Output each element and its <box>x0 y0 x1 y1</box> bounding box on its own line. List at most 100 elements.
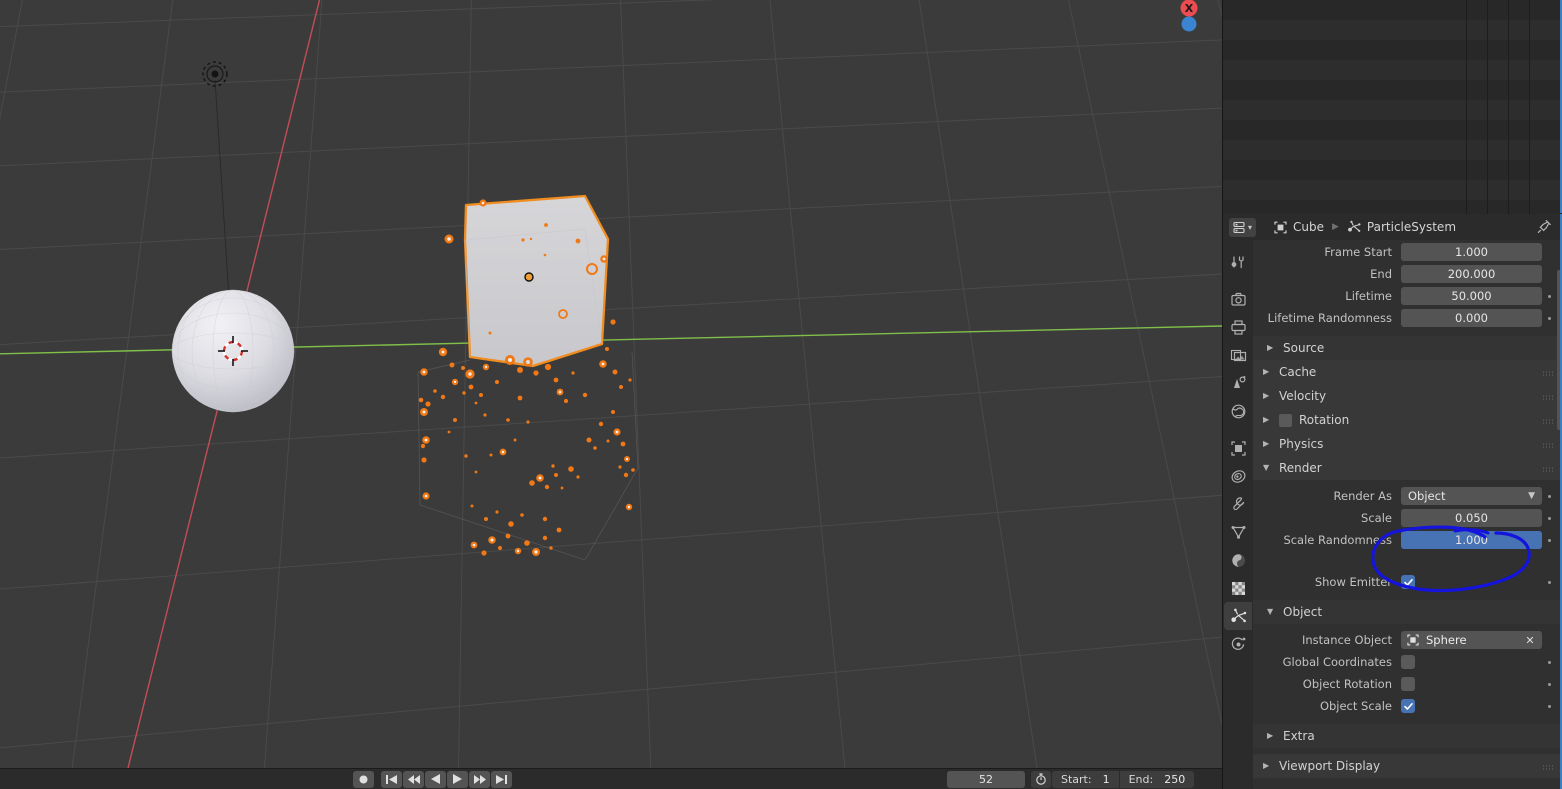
drag-grip-icon[interactable] <box>1543 443 1554 445</box>
section-source-label: Source <box>1283 341 1325 355</box>
particles-icon <box>1348 220 1361 232</box>
scale-field[interactable]: 0.050 <box>1401 509 1542 527</box>
tab-material[interactable] <box>1224 546 1252 574</box>
tab-modifiers[interactable] <box>1224 462 1252 490</box>
outliner-row[interactable] <box>1223 60 1562 80</box>
tab-object-data[interactable] <box>1224 518 1252 546</box>
outliner-row[interactable] <box>1223 80 1562 100</box>
render-as-dropdown[interactable]: Object ▼ <box>1401 487 1542 505</box>
clear-instance-object-button[interactable]: ✕ <box>1522 632 1538 648</box>
breadcrumb-separator: ▶ <box>1332 222 1339 232</box>
drag-grip-icon[interactable] <box>1543 419 1554 421</box>
scale-randomness-animate-dot[interactable] <box>1542 538 1556 542</box>
tab-render[interactable] <box>1224 285 1252 313</box>
frame-start-field[interactable]: 1.000 <box>1401 243 1542 261</box>
lifetime-field[interactable]: 50.000 <box>1401 287 1542 305</box>
section-rotation[interactable]: ▶ Rotation <box>1253 408 1562 432</box>
previous-keyframe-button[interactable] <box>403 770 424 788</box>
outliner-row[interactable] <box>1223 20 1562 40</box>
object-rotation-checkbox[interactable] <box>1401 677 1415 691</box>
show-emitter-animate-dot[interactable] <box>1542 580 1556 584</box>
object-scale-animate-dot[interactable] <box>1542 704 1556 708</box>
tab-texture[interactable] <box>1224 574 1252 602</box>
outliner-row[interactable] <box>1223 40 1562 60</box>
physics-icon <box>1231 637 1245 650</box>
chevron-right-icon: ▶ <box>1263 439 1270 448</box>
rotation-enable-checkbox[interactable] <box>1279 413 1292 427</box>
record-button[interactable] <box>353 770 374 788</box>
particles-icon <box>1230 608 1246 622</box>
scale-randomness-row: Scale Randomness 1.000 <box>1253 530 1562 550</box>
show-emitter-checkbox[interactable] <box>1401 575 1415 589</box>
frame-end-animate-dot[interactable] <box>1542 273 1556 276</box>
scale-randomness-field[interactable]: 1.000 <box>1401 531 1542 549</box>
outliner-column-divider <box>1466 0 1467 214</box>
end-label: End: <box>1128 772 1154 786</box>
chevron-right-icon: ▶ <box>1263 367 1270 376</box>
global-coordinates-checkbox[interactable] <box>1401 655 1415 669</box>
outliner-editor[interactable] <box>1222 0 1562 214</box>
drag-grip-icon[interactable] <box>1543 765 1554 767</box>
outliner-row[interactable] <box>1223 0 1562 20</box>
section-viewport-display[interactable]: ▶ Viewport Display <box>1253 754 1562 778</box>
world-icon <box>1231 404 1245 418</box>
tab-object[interactable] <box>1224 434 1252 462</box>
breadcrumb-item-particlesystem[interactable]: ParticleSystem <box>1347 220 1456 234</box>
drag-grip-icon[interactable] <box>1543 395 1554 397</box>
section-source[interactable]: ▶ Source <box>1253 336 1562 360</box>
global-coordinates-animate-dot[interactable] <box>1542 660 1556 664</box>
lifetime-randomness-animate-dot[interactable] <box>1542 316 1556 320</box>
current-frame-field[interactable]: 52 <box>947 770 1025 788</box>
section-object[interactable]: ▼ Object <box>1253 600 1562 624</box>
lifetime-row: Lifetime 50.000 <box>1253 286 1562 306</box>
render-as-animate-dot[interactable] <box>1542 494 1556 498</box>
breadcrumb-item-cube[interactable]: Cube <box>1274 220 1324 234</box>
section-physics[interactable]: ▶ Physics <box>1253 432 1562 456</box>
frame-end-field[interactable]: 200.000 <box>1401 265 1542 283</box>
next-keyframe-button[interactable] <box>469 770 490 788</box>
outliner-row[interactable] <box>1223 200 1562 214</box>
editor-type-selector[interactable]: ▾ <box>1229 217 1257 237</box>
tab-physics[interactable] <box>1224 630 1252 658</box>
object-rotation-animate-dot[interactable] <box>1542 682 1556 686</box>
frame-start-animate-dot[interactable] <box>1542 251 1556 254</box>
drag-grip-icon[interactable] <box>1543 467 1554 469</box>
outliner-row[interactable] <box>1223 160 1562 180</box>
section-velocity[interactable]: ▶ Velocity <box>1253 384 1562 408</box>
section-cache-label: Cache <box>1279 365 1317 379</box>
instance-object-field[interactable]: Sphere ✕ <box>1401 631 1542 649</box>
tab-particles[interactable] <box>1224 602 1252 630</box>
use-preview-range-button[interactable] <box>1031 770 1051 788</box>
properties-header: ▾ Cube ▶ ParticleSystem <box>1223 214 1562 240</box>
start-frame-field[interactable]: Start: 1 <box>1052 771 1119 788</box>
lifetime-animate-dot[interactable] <box>1542 294 1556 298</box>
tab-particles-wrench[interactable] <box>1224 490 1252 518</box>
object-scale-checkbox[interactable] <box>1401 699 1415 713</box>
jump-to-end-button[interactable] <box>491 770 512 788</box>
pin-button[interactable] <box>1537 219 1552 238</box>
lifetime-randomness-field[interactable]: 0.000 <box>1401 309 1542 327</box>
drag-grip-icon[interactable] <box>1543 371 1554 373</box>
outliner-row[interactable] <box>1223 120 1562 140</box>
play-button[interactable] <box>447 770 468 788</box>
scale-animate-dot[interactable] <box>1542 516 1556 520</box>
outliner-row[interactable] <box>1223 100 1562 120</box>
chevron-down-icon: ▼ <box>1263 463 1270 472</box>
tab-tool[interactable] <box>1224 248 1252 276</box>
outliner-row[interactable] <box>1223 140 1562 160</box>
jump-to-start-button[interactable] <box>381 770 402 788</box>
play-reverse-button[interactable] <box>425 770 446 788</box>
section-render[interactable]: ▼ Render <box>1253 456 1562 480</box>
section-extra[interactable]: ▶ Extra <box>1253 724 1562 748</box>
instance-object-animate-dot[interactable] <box>1542 639 1556 642</box>
tab-output[interactable] <box>1224 313 1252 341</box>
tab-scene[interactable] <box>1224 369 1252 397</box>
3d-viewport[interactable]: X <box>0 0 1222 768</box>
viewport-navigation-gizmo[interactable]: X <box>1159 0 1219 38</box>
end-frame-field[interactable]: End: 250 <box>1118 770 1195 788</box>
properties-editor[interactable]: ▾ Cube ▶ ParticleSystem Frame Start 1.00… <box>1222 214 1562 789</box>
tab-world[interactable] <box>1224 397 1252 425</box>
section-cache[interactable]: ▶ Cache <box>1253 360 1562 384</box>
outliner-row[interactable] <box>1223 180 1562 200</box>
tab-view-layer[interactable] <box>1224 341 1252 369</box>
